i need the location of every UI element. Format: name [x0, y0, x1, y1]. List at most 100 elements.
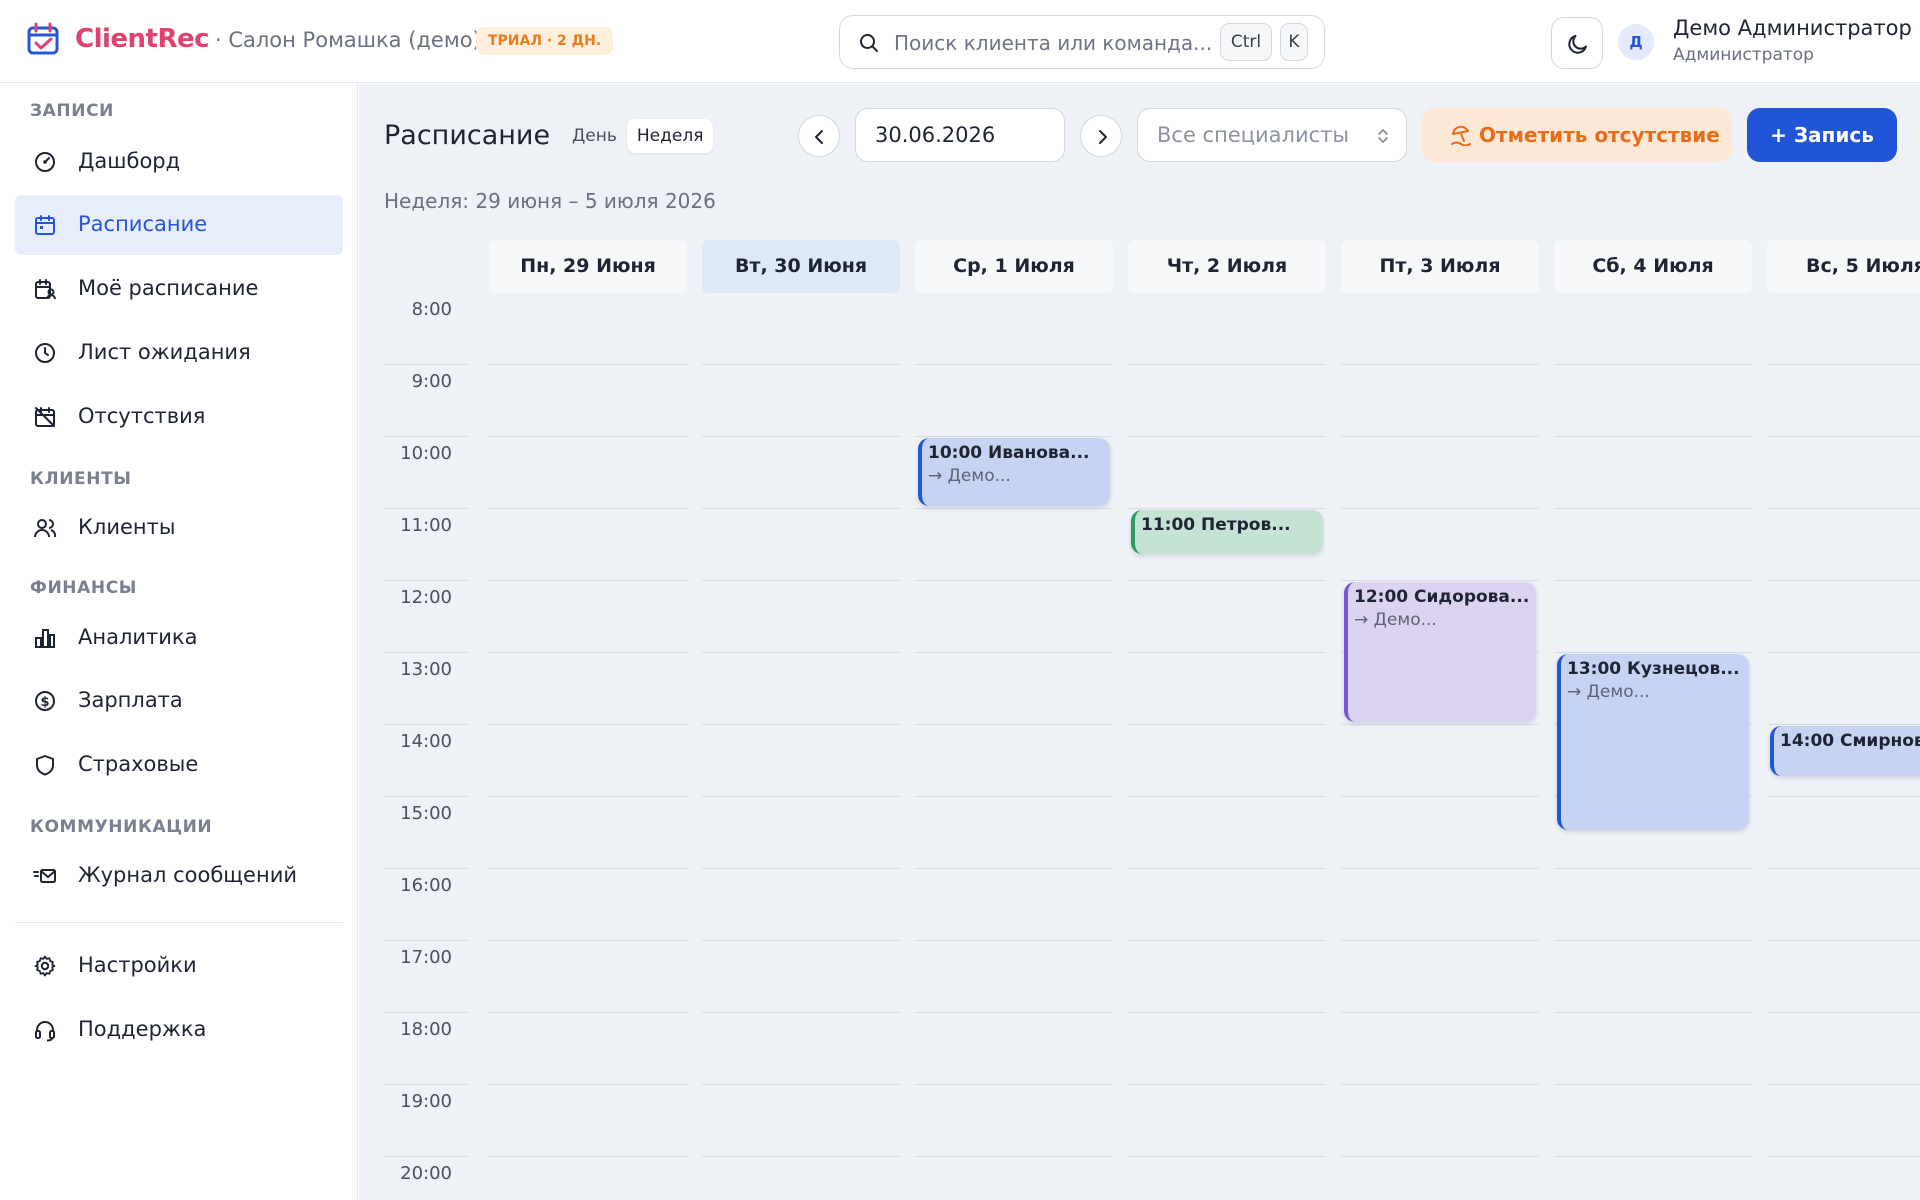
search-input[interactable]	[894, 28, 1224, 58]
slot-gridline	[915, 796, 1113, 797]
sidebar-item-label: Моё расписание	[78, 276, 259, 300]
hour-label: 14:00	[400, 731, 452, 752]
slot-gridline	[702, 652, 900, 653]
appointment-card[interactable]: 12:00 Сидорова... → Демо...	[1344, 582, 1536, 722]
slot-gridline	[1767, 436, 1920, 437]
day-header[interactable]: Чт, 2 Июля	[1128, 240, 1326, 293]
dollar-circle-icon: $	[35, 691, 55, 711]
appointment-title: 14:00 Смирнова...	[1780, 731, 1920, 751]
day-header[interactable]: Вс, 5 Июля	[1767, 240, 1920, 293]
sidebar-item-insurance[interactable]: Страховые	[15, 735, 343, 795]
slot-gridline	[702, 940, 900, 941]
view-day-button[interactable]: День	[562, 119, 627, 153]
hour-gridline	[384, 1156, 468, 1157]
section-label-communications: КОММУНИКАЦИИ	[30, 817, 213, 837]
slot-gridline	[1128, 1084, 1326, 1085]
slot-gridline	[489, 364, 687, 365]
slot-gridline	[702, 796, 900, 797]
slot-gridline	[1554, 1012, 1752, 1013]
slot-gridline	[489, 796, 687, 797]
sidebar-item-schedule[interactable]: Расписание	[15, 195, 343, 255]
sidebar-item-support[interactable]: Поддержка	[15, 1000, 343, 1060]
slot-gridline	[489, 724, 687, 725]
calendar-icon	[35, 215, 55, 235]
hour-label: 18:00	[400, 1019, 452, 1040]
slot-gridline	[1128, 1156, 1326, 1157]
slot-gridline	[702, 868, 900, 869]
slot-gridline	[1341, 1084, 1539, 1085]
slot-gridline	[915, 364, 1113, 365]
hour-label: 16:00	[400, 875, 452, 896]
day-header[interactable]: Вт, 30 Июня	[702, 240, 900, 293]
sidebar-item-analytics[interactable]: Аналитика	[15, 608, 343, 668]
appointment-specialist: → Демо...	[1354, 610, 1437, 630]
sidebar-item-label: Дашборд	[78, 149, 181, 173]
slot-gridline	[1128, 796, 1326, 797]
slot-gridline	[489, 1012, 687, 1013]
slot-gridline	[1128, 364, 1326, 365]
salon-name: · Салон Ромашка (демо)	[215, 28, 481, 52]
slot-gridline	[1341, 580, 1539, 581]
sidebar-item-my-schedule[interactable]: Моё расписание	[15, 259, 343, 319]
slot-gridline	[1128, 508, 1326, 509]
slot-gridline	[1128, 652, 1326, 653]
day-header[interactable]: Ср, 1 Июля	[915, 240, 1113, 293]
slot-gridline	[489, 580, 687, 581]
slot-gridline	[702, 508, 900, 509]
slot-gridline	[1767, 1156, 1920, 1157]
sidebar-item-waitlist[interactable]: Лист ожидания	[15, 323, 343, 383]
appointment-specialist: → Демо...	[1567, 682, 1650, 702]
slot-gridline	[1554, 436, 1752, 437]
beach-umbrella-icon	[1451, 125, 1471, 146]
users-icon	[34, 519, 57, 538]
app-logo-text[interactable]: ClientRec	[75, 24, 210, 54]
slot-gridline	[1341, 508, 1539, 509]
view-week-button[interactable]: Неделя	[626, 119, 714, 153]
theme-toggle-button[interactable]	[1551, 17, 1603, 69]
sidebar-item-dashboard[interactable]: Дашборд	[15, 132, 343, 192]
appointment-card[interactable]: 14:00 Смирнова...	[1770, 726, 1920, 776]
add-appointment-button[interactable]: + Запись	[1747, 108, 1897, 162]
hour-label: 13:00	[400, 659, 452, 680]
slot-gridline	[489, 868, 687, 869]
slot-gridline	[1341, 436, 1539, 437]
appointment-card[interactable]: 13:00 Кузнецов... → Демо...	[1557, 654, 1749, 830]
user-avatar[interactable]: Д	[1618, 24, 1654, 60]
date-input[interactable]: 30.06.2026	[855, 108, 1065, 162]
sidebar-item-settings[interactable]: Настройки	[15, 936, 343, 996]
slot-gridline	[489, 652, 687, 653]
slot-gridline	[1341, 940, 1539, 941]
sidebar-item-label: Журнал сообщений	[78, 863, 297, 887]
slot-gridline	[1128, 940, 1326, 941]
sidebar-item-clients[interactable]: Клиенты	[15, 498, 343, 558]
sidebar-item-salary[interactable]: $ Зарплата	[15, 671, 343, 731]
sidebar-item-messages[interactable]: Журнал сообщений	[15, 846, 343, 906]
appointment-card[interactable]: 11:00 Петров...	[1131, 510, 1323, 554]
slot-gridline	[1341, 796, 1539, 797]
hour-gridline	[384, 1084, 468, 1085]
page-title: Расписание	[384, 120, 551, 151]
specialist-select[interactable]: Все специалисты	[1137, 108, 1407, 162]
search-box[interactable]: Ctrl K	[839, 15, 1325, 69]
slot-gridline	[915, 436, 1113, 437]
shortcut-ctrl-key: Ctrl	[1220, 23, 1272, 61]
next-week-button[interactable]	[1080, 115, 1122, 157]
sidebar-item-absences[interactable]: Отсутствия	[15, 387, 343, 447]
previous-week-button[interactable]	[798, 115, 840, 157]
gauge-icon	[35, 152, 55, 172]
view-toggle: День Неделя	[559, 116, 717, 156]
appointment-title: 13:00 Кузнецов...	[1567, 659, 1740, 679]
mark-absence-button[interactable]: Отметить отсутствие	[1422, 108, 1732, 162]
day-header[interactable]: Сб, 4 Июля	[1554, 240, 1752, 293]
bar-chart-icon	[35, 629, 55, 648]
slot-gridline	[1128, 436, 1326, 437]
user-name[interactable]: Демо Администратор	[1673, 16, 1912, 40]
slot-gridline	[1128, 1012, 1326, 1013]
slot-gridline	[1767, 580, 1920, 581]
day-header[interactable]: Пн, 29 Июня	[489, 240, 687, 293]
hour-label: 15:00	[400, 803, 452, 824]
day-header[interactable]: Пт, 3 Июля	[1341, 240, 1539, 293]
appointment-card[interactable]: 10:00 Иванова... → Демо...	[918, 438, 1110, 506]
svg-text:$: $	[40, 695, 49, 710]
slot-gridline	[702, 436, 900, 437]
